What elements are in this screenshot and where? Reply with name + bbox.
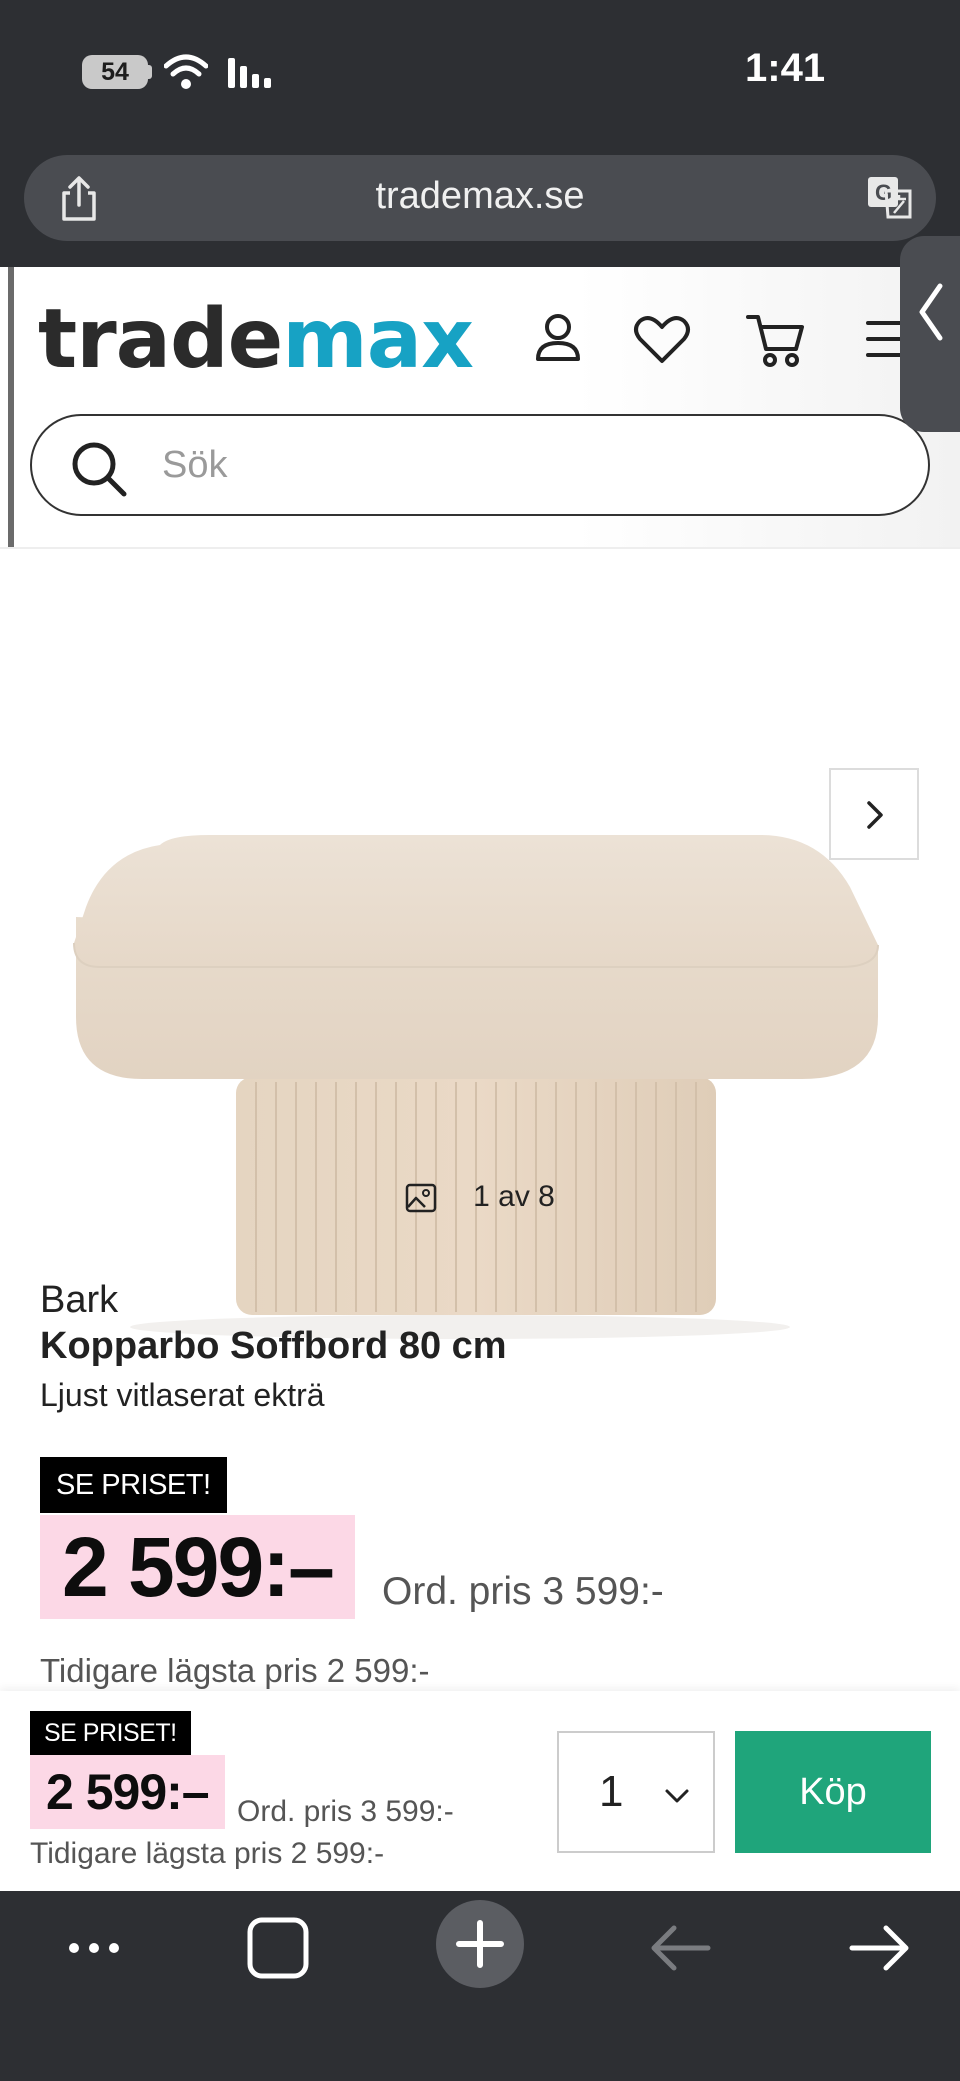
buy-bar-price: 2 599:–: [46, 1764, 210, 1820]
quantity-value: 1: [599, 1767, 624, 1816]
translate-icon[interactable]: G: [866, 175, 912, 221]
browser-top-chrome: 54 1:41 trademax.se G: [0, 0, 960, 267]
buy-bar-promo-badge: SE PRISET!: [30, 1711, 191, 1755]
chevron-down-icon: [665, 1789, 689, 1803]
battery-indicator: 54: [82, 55, 152, 89]
web-page: trademax Sök 1 av 8 Bark Kopparbo Soffbo…: [0, 267, 960, 1691]
account-icon[interactable]: [526, 307, 590, 371]
gallery-next-button[interactable]: [829, 768, 919, 860]
sticky-buy-bar: SE PRISET! 2 599:– Ord. pris 3 599:- Tid…: [0, 1691, 960, 1891]
address-bar[interactable]: trademax.se G: [24, 155, 936, 241]
status-bar: 54 1:41: [0, 0, 960, 140]
tabs-icon[interactable]: [228, 1894, 328, 1994]
scroll-indicator: [8, 267, 14, 547]
search-icon: [72, 442, 127, 497]
new-tab-icon[interactable]: [430, 1891, 530, 2001]
quantity-select[interactable]: 1: [557, 1731, 715, 1853]
side-panel-tab[interactable]: [900, 236, 960, 432]
product-color: Ljust vitlaserat ekträ: [40, 1377, 325, 1413]
back-arrow-icon[interactable]: [630, 1894, 730, 1994]
trademax-logo[interactable]: trademax: [38, 299, 474, 381]
more-icon[interactable]: [46, 1894, 146, 1994]
clock: 1:41: [745, 46, 826, 90]
heart-icon[interactable]: [630, 307, 694, 371]
header-divider: [0, 547, 960, 549]
gallery-counter-text: 1 av 8: [473, 1180, 555, 1213]
browser-bottom-toolbar: [0, 1891, 960, 2081]
chevron-left-icon: [919, 283, 943, 341]
buy-bar-price-box: 2 599:–: [30, 1755, 225, 1829]
lowest-price: Tidigare lägsta pris 2 599:-: [40, 1652, 430, 1689]
buy-button[interactable]: Köp: [735, 1731, 931, 1853]
gallery-counter: 1 av 8: [0, 1180, 960, 1214]
product-price: 2 599:–: [62, 1520, 335, 1614]
product-brand[interactable]: Bark: [40, 1279, 118, 1322]
buy-bar-lowest-price: Tidigare lägsta pris 2 599:-: [30, 1837, 385, 1870]
price-box: 2 599:–: [40, 1515, 355, 1619]
logo-text-trade: trade: [38, 292, 283, 387]
forward-arrow-icon[interactable]: [830, 1894, 930, 1994]
promo-badge: SE PRISET!: [40, 1457, 227, 1513]
image-gallery-icon: [405, 1183, 437, 1213]
search-input[interactable]: Sök: [30, 414, 930, 516]
ordinary-price: Ord. pris 3 599:-: [382, 1570, 664, 1613]
cart-icon[interactable]: [744, 307, 808, 371]
search-placeholder: Sök: [162, 444, 228, 486]
logo-text-max: max: [282, 292, 474, 387]
wifi-icon: [164, 54, 208, 89]
product-image[interactable]: [60, 567, 900, 1347]
chevron-right-icon: [867, 801, 883, 829]
site-header: trademax Sök: [0, 267, 960, 547]
signal-icon: [228, 58, 271, 88]
url-text[interactable]: trademax.se: [24, 175, 936, 218]
product-title: Kopparbo Soffbord 80 cm: [40, 1325, 507, 1367]
buy-bar-ordinary-price: Ord. pris 3 599:-: [237, 1795, 454, 1828]
